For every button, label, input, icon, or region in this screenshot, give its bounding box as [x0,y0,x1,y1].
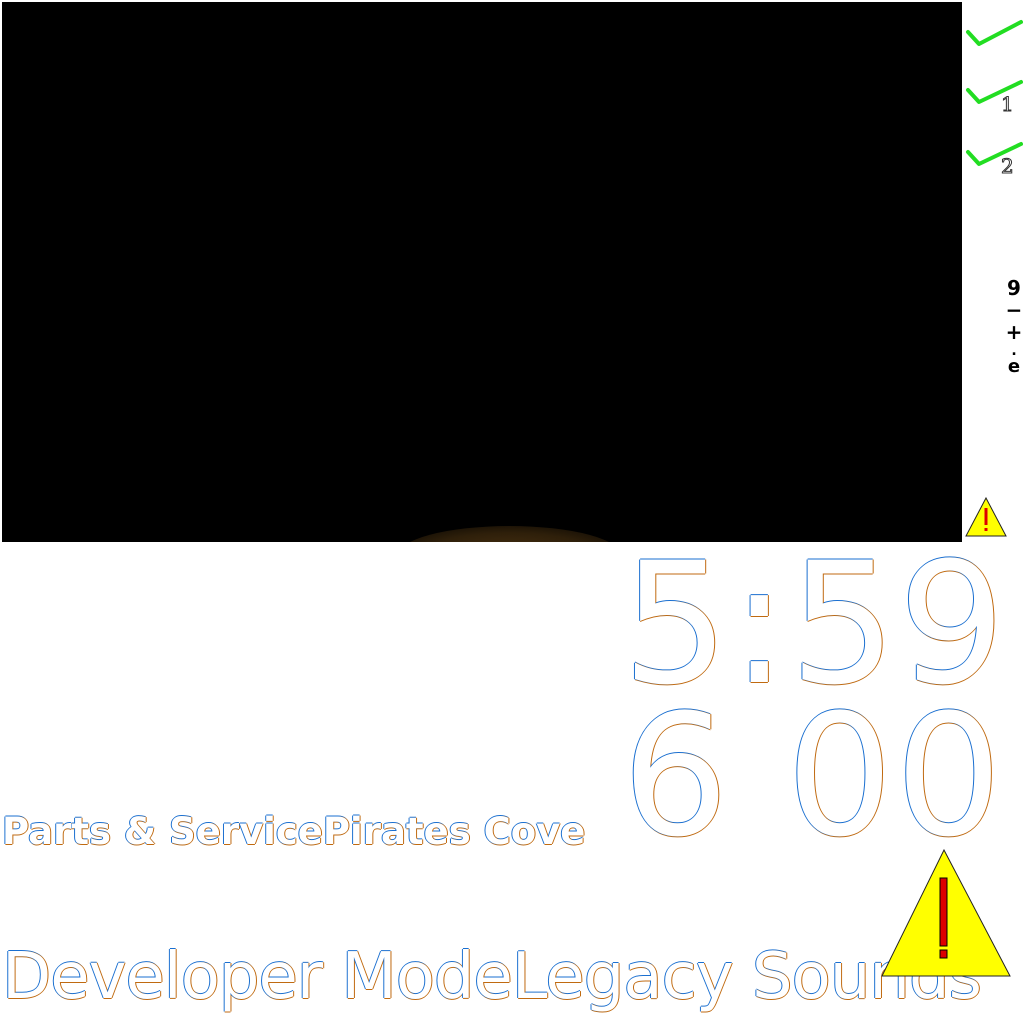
check-icon [966,20,1023,46]
warning-icon-large [880,848,1012,978]
developer-mode-toggle[interactable]: Developer Mode [2,940,513,1014]
mode-labels: Developer ModeLegacy Sounds [2,940,982,1014]
camera-view [2,2,962,542]
floor-shadow [397,526,622,542]
check-toggle-1[interactable]: 1 [965,78,1023,118]
clock-next-time: 6 00 [622,678,1005,874]
location-parts-service[interactable]: Parts & Service [2,810,323,853]
mini-char: − [1005,298,1023,322]
check-icon [966,80,1023,104]
warning-icon [881,848,1011,977]
check-number: 1 [1001,92,1015,117]
mini-char: + [1005,320,1023,344]
check-toggle-0[interactable] [965,14,1023,54]
check-number: 2 [1001,154,1015,179]
location-labels: Parts & ServicePirates Cove [2,810,585,853]
location-pirates-cove[interactable]: Pirates Cove [323,810,586,853]
check-toggle-2[interactable]: 2 [965,140,1023,180]
mini-indicator-stack: 9 − + . e [1004,278,1023,380]
mini-char: e [1007,356,1021,377]
check-icon [966,142,1023,166]
mini-char: 9 [1007,276,1021,300]
